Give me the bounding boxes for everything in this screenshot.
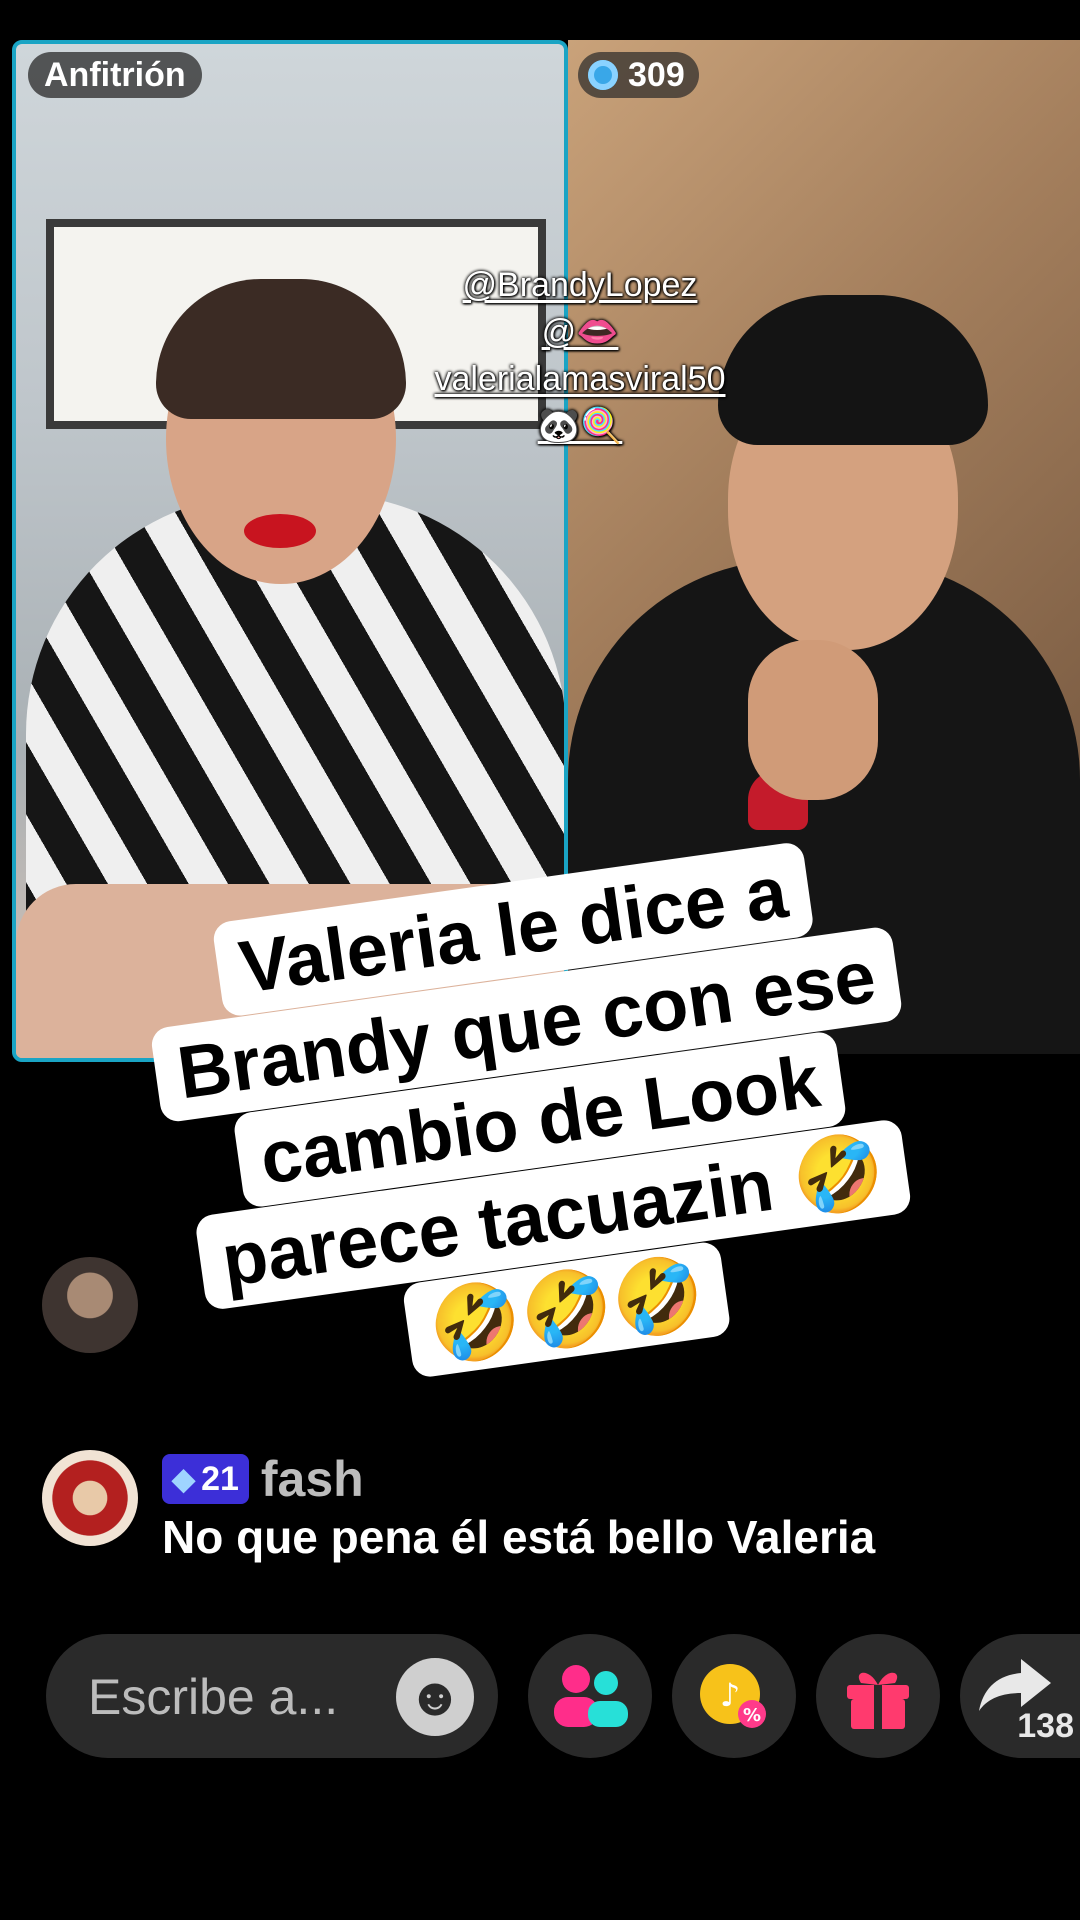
mention-line[interactable]: @👄 [360, 309, 800, 356]
score-value: 309 [628, 55, 685, 94]
comment-box[interactable]: ☻ [46, 1634, 498, 1758]
host-lips [244, 514, 316, 548]
share-count: 138 [1017, 1707, 1074, 1745]
comment-input[interactable] [86, 1664, 390, 1730]
gift-level: 21 [201, 1459, 239, 1498]
people-icon [554, 1665, 628, 1727]
mentions-overlay: @BrandyLopez @👄 valerialamasviral50 🐼🍭 [360, 262, 800, 450]
score-badge[interactable]: 309 [578, 52, 699, 98]
multi-guest-button[interactable] [528, 1634, 652, 1758]
mention-line[interactable]: valerialamasviral50 [360, 356, 800, 403]
share-icon [979, 1659, 1051, 1711]
svg-text:%: % [743, 1705, 761, 1726]
score-icon [588, 60, 618, 90]
mention-line[interactable]: @BrandyLopez [360, 262, 800, 309]
avatar[interactable] [42, 1450, 138, 1546]
gift-button[interactable] [816, 1634, 940, 1758]
coin-icon: ♪ % [700, 1664, 766, 1728]
gift-icon [847, 1672, 909, 1729]
chat-message: No que pena él está bello Valeria [162, 1511, 876, 1563]
gift-level-badge: ◆ 21 [162, 1454, 249, 1504]
chat-message-header: ◆ 21 fash [162, 1450, 364, 1508]
guest-hand [748, 640, 878, 800]
host-badge: Anfitrión [28, 52, 202, 98]
coin-promo-button[interactable]: ♪ % [672, 1634, 796, 1758]
chat-username[interactable]: fash [261, 1450, 364, 1508]
share-button[interactable]: 138 [960, 1634, 1080, 1758]
svg-text:♪: ♪ [720, 1676, 740, 1714]
diamond-icon: ◆ [172, 1462, 196, 1496]
mention-line: 🐼🍭 [537, 407, 623, 445]
emoji-icon[interactable]: ☻ [396, 1658, 474, 1736]
